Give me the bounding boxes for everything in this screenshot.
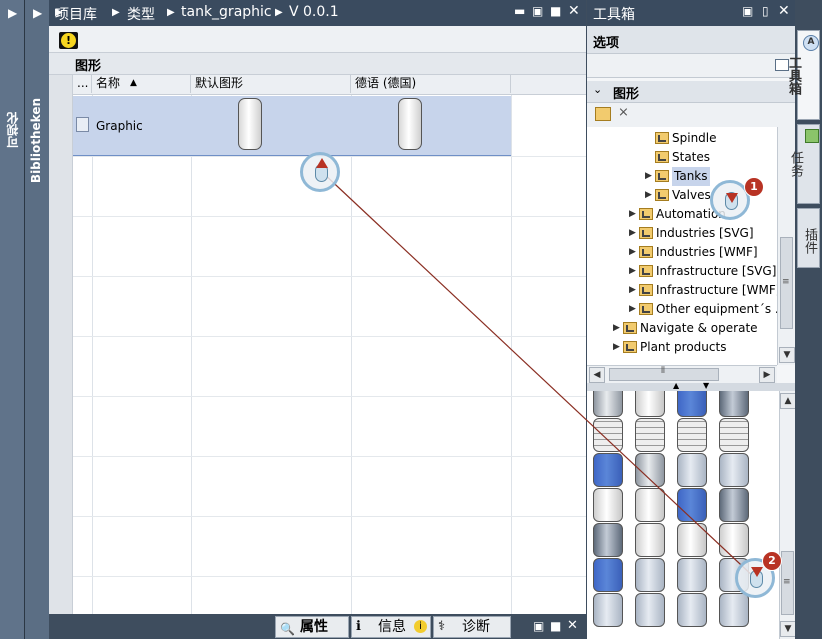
drop-cursor-icon xyxy=(300,152,340,192)
drag-path-line xyxy=(321,171,756,579)
step-badge: 1 xyxy=(744,177,764,197)
step-badge: 2 xyxy=(762,551,782,571)
